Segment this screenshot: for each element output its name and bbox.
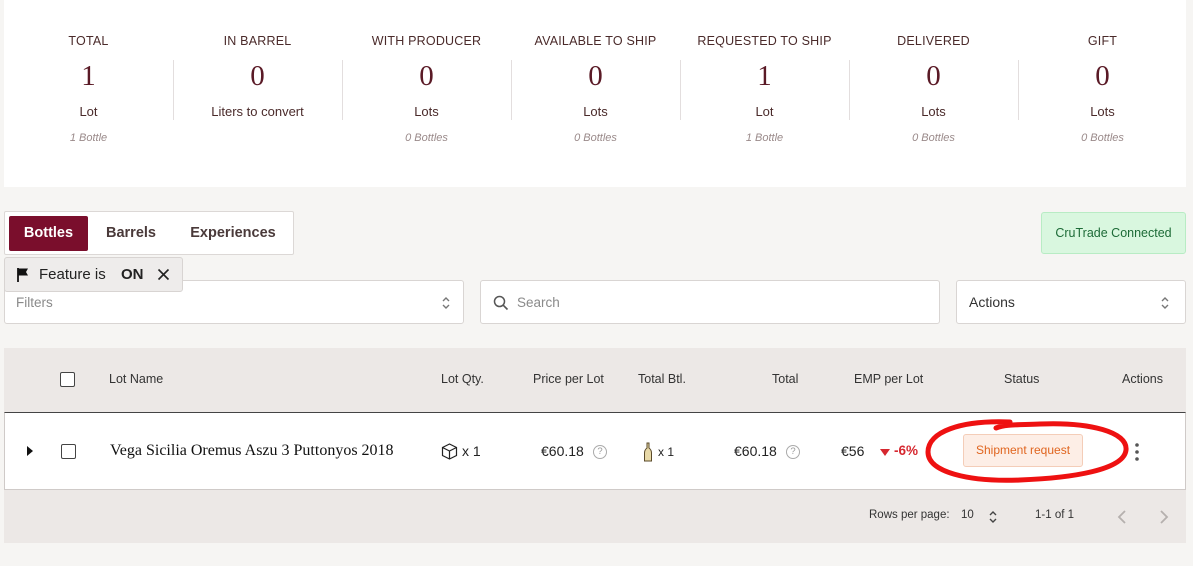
crutrade-connected-badge[interactable]: CruTrade Connected — [1041, 212, 1186, 254]
search-icon — [493, 295, 509, 311]
row-total: €60.18 — [734, 443, 777, 459]
total-btl: x 1 — [658, 445, 675, 459]
stat-value: 0 — [1095, 60, 1110, 92]
stat-with-producer: WITH PRODUCER 0 Lots 0 Bottles — [342, 0, 511, 187]
close-icon[interactable] — [157, 268, 170, 281]
actions-select-value: Actions — [969, 294, 1015, 310]
rows-per-page-label: Rows per page: — [869, 509, 950, 521]
row-checkbox[interactable] — [61, 444, 76, 459]
stat-unit: Lots — [583, 104, 608, 119]
stat-unit: Lots — [414, 104, 439, 119]
stat-total: TOTAL 1 Lot 1 Bottle — [4, 0, 173, 187]
tab-bar: Bottles Barrels Experiences — [4, 211, 294, 255]
stat-value: 0 — [250, 60, 265, 92]
column-header-total[interactable]: Total — [772, 372, 798, 386]
actions-select[interactable]: Actions — [956, 280, 1186, 324]
stat-sub: 1 Bottle — [745, 132, 784, 144]
stat-delivered: DELIVERED 0 Lots 0 Bottles — [849, 0, 1018, 187]
lot-qty: x 1 — [462, 443, 481, 459]
select-all-checkbox[interactable] — [60, 372, 75, 387]
stat-value: 0 — [419, 60, 434, 92]
stat-unit: Liters to convert — [211, 104, 304, 119]
updown-icon[interactable] — [988, 509, 998, 525]
table-header: Lot Name Lot Qty. Price per Lot Total Bt… — [4, 348, 1186, 412]
emp-change: -6% — [894, 443, 919, 458]
column-header-status[interactable]: Status — [1004, 372, 1039, 386]
help-icon[interactable]: ? — [786, 445, 800, 459]
column-header-lot-name[interactable]: Lot Name — [109, 372, 163, 386]
stat-label: GIFT — [1087, 34, 1118, 48]
search-input[interactable]: Search — [480, 280, 940, 324]
table-pagination: Rows per page: 10 1-1 of 1 — [4, 490, 1186, 543]
search-placeholder: Search — [517, 295, 560, 310]
stat-available-to-ship: AVAILABLE TO SHIP 0 Lots 0 Bottles — [511, 0, 680, 187]
box-icon — [441, 443, 458, 460]
stat-sub: 0 Bottles — [405, 132, 448, 144]
column-header-actions: Actions — [1122, 372, 1163, 386]
rows-per-page-select[interactable]: 10 — [961, 509, 974, 521]
stat-sub: 1 Bottle — [69, 132, 108, 144]
stat-label: WITH PRODUCER — [371, 34, 482, 48]
stat-sub: 0 Bottles — [912, 132, 955, 144]
annotation-circle — [925, 419, 1129, 483]
stat-value: 1 — [757, 60, 772, 92]
stat-label: IN BARREL — [223, 34, 292, 48]
emp-per-lot: €56 — [841, 443, 865, 459]
pagination-range: 1-1 of 1 — [1035, 509, 1074, 521]
stat-gift: GIFT 0 Lots 0 Bottles — [1018, 0, 1187, 187]
feature-flag-text: Feature is — [39, 266, 106, 283]
column-header-price-per-lot[interactable]: Price per Lot — [533, 372, 604, 386]
stat-value: 0 — [588, 60, 603, 92]
column-header-lot-qty[interactable]: Lot Qty. — [441, 372, 484, 386]
stat-sub: 0 Bottles — [1081, 132, 1124, 144]
stat-unit: Lots — [921, 104, 946, 119]
chevron-right-icon[interactable] — [1159, 510, 1169, 524]
stat-sub: 0 Bottles — [574, 132, 617, 144]
chevron-left-icon[interactable] — [1117, 510, 1127, 524]
updown-icon — [442, 297, 450, 309]
stat-requested-to-ship: REQUESTED TO SHIP 1 Lot 1 Bottle — [680, 0, 849, 187]
stat-unit: Lot — [755, 104, 774, 119]
stat-unit: Lot — [79, 104, 98, 119]
tab-experiences[interactable]: Experiences — [177, 216, 289, 251]
price-per-lot: €60.18 — [541, 443, 584, 459]
column-header-emp-per-lot[interactable]: EMP per Lot — [854, 372, 923, 386]
tab-barrels[interactable]: Barrels — [95, 216, 167, 251]
stat-value: 0 — [926, 60, 941, 92]
stat-label: REQUESTED TO SHIP — [697, 34, 832, 48]
help-icon[interactable]: ? — [593, 445, 607, 459]
expand-row-icon[interactable] — [26, 446, 34, 456]
stat-label: DELIVERED — [897, 34, 970, 48]
updown-icon — [1161, 297, 1169, 309]
column-header-total-btl[interactable]: Total Btl. — [638, 372, 686, 386]
tab-bottles[interactable]: Bottles — [9, 216, 88, 251]
filters-placeholder: Filters — [16, 295, 53, 310]
down-triangle-icon — [880, 449, 890, 456]
feature-flag-state: ON — [121, 266, 144, 283]
flag-icon — [17, 268, 28, 282]
lot-name[interactable]: Vega Sicilia Oremus Aszu 3 Puttonyos 201… — [110, 442, 394, 460]
stats-panel: TOTAL 1 Lot 1 Bottle IN BARREL 0 Liters … — [4, 0, 1186, 187]
stat-unit: Lots — [1090, 104, 1115, 119]
stat-in-barrel: IN BARREL 0 Liters to convert — [173, 0, 342, 187]
stat-label: TOTAL — [68, 34, 109, 48]
stat-label: AVAILABLE TO SHIP — [534, 34, 657, 48]
bottle-icon — [644, 442, 652, 462]
stat-value: 1 — [81, 60, 96, 92]
feature-flag-chip: Feature is ON — [4, 257, 183, 292]
